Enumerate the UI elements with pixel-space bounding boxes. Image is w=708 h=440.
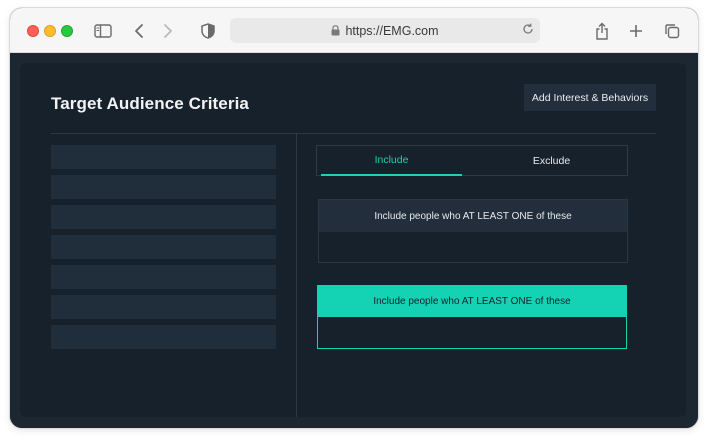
close-window-button[interactable] bbox=[27, 25, 39, 37]
share-icon[interactable] bbox=[591, 20, 613, 42]
sidebar-placeholder-item[interactable] bbox=[51, 175, 276, 199]
maximize-window-button[interactable] bbox=[61, 25, 73, 37]
audience-criteria-panel: Target Audience Criteria Add Interest & … bbox=[20, 63, 686, 417]
sidebar-toggle-icon[interactable] bbox=[92, 20, 114, 42]
criteria-box-header: Include people who AT LEAST ONE of these bbox=[319, 200, 627, 232]
reload-icon[interactable] bbox=[522, 23, 534, 35]
minimize-window-button[interactable] bbox=[44, 25, 56, 37]
criteria-box-dropzone[interactable] bbox=[319, 232, 627, 263]
sidebar-placeholder-item[interactable] bbox=[51, 145, 276, 169]
sidebar-placeholder-item[interactable] bbox=[51, 295, 276, 319]
browser-window: https://EMG.com Target Audience Criteria… bbox=[10, 8, 698, 428]
back-icon[interactable] bbox=[128, 20, 150, 42]
include-exclude-tabs: Include Exclude bbox=[316, 145, 628, 176]
sidebar-placeholder-item[interactable] bbox=[51, 325, 276, 349]
lock-icon bbox=[331, 25, 340, 36]
url-text: https://EMG.com bbox=[345, 23, 439, 38]
sidebar-placeholder-item[interactable] bbox=[51, 235, 276, 259]
criteria-box[interactable]: Include people who AT LEAST ONE of these bbox=[318, 199, 628, 263]
address-bar[interactable]: https://EMG.com bbox=[230, 18, 540, 43]
add-interest-behaviors-button[interactable]: Add Interest & Behaviors bbox=[524, 84, 656, 111]
header-divider bbox=[51, 133, 656, 134]
sidebar-placeholder-item[interactable] bbox=[51, 205, 276, 229]
forward-icon[interactable] bbox=[157, 20, 179, 42]
page-title: Target Audience Criteria bbox=[51, 94, 249, 113]
criteria-box-header: Include people who AT LEAST ONE of these bbox=[318, 286, 626, 317]
browser-toolbar: https://EMG.com bbox=[10, 8, 698, 53]
shield-icon[interactable] bbox=[197, 20, 219, 42]
column-divider bbox=[296, 134, 297, 417]
criteria-box-active[interactable]: Include people who AT LEAST ONE of these bbox=[317, 285, 627, 349]
criteria-box-dropzone[interactable] bbox=[318, 317, 626, 348]
tab-include[interactable]: Include bbox=[321, 146, 462, 176]
page-viewport: Target Audience Criteria Add Interest & … bbox=[10, 53, 698, 428]
sidebar-placeholder-item[interactable] bbox=[51, 265, 276, 289]
tab-exclude[interactable]: Exclude bbox=[481, 146, 622, 176]
new-tab-icon[interactable] bbox=[625, 20, 647, 42]
tab-overview-icon[interactable] bbox=[661, 20, 683, 42]
